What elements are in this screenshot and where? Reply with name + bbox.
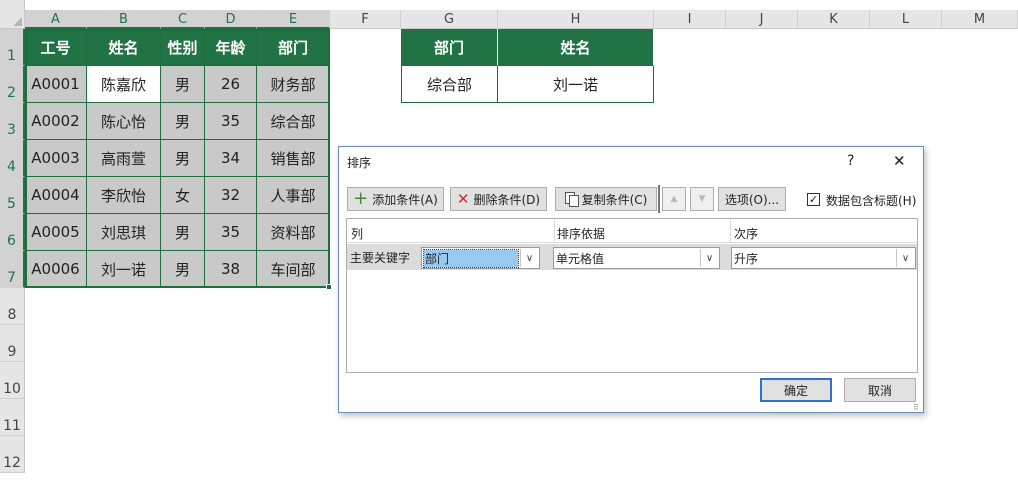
lookup-header-cell[interactable]: 姓名 (498, 29, 654, 66)
conditions-grid: 列 排序依据 次序 主要关键字 部门 ∨ 单元格值 ∨ 升序 ∨ (346, 218, 918, 373)
lookup-header-cell[interactable]: 部门 (401, 29, 498, 66)
sort-on-select[interactable]: 单元格值 ∨ (553, 247, 720, 269)
sort-on-header: 排序依据 (557, 227, 606, 241)
column-header-f[interactable]: F (330, 10, 401, 29)
row-number: 12 (3, 455, 21, 471)
row-header-12[interactable]: 12 (0, 436, 25, 473)
grid-header-row (347, 219, 917, 243)
sort-on-value: 单元格值 (556, 252, 605, 266)
delete-x-icon: ✕ (456, 190, 470, 208)
column-header-d[interactable]: D (205, 10, 257, 29)
chevron-down-icon: ▼ (698, 194, 706, 204)
row-number: 5 (7, 196, 16, 212)
has-header-label: 数据包含标题(H) (826, 194, 917, 208)
column-header-j[interactable]: J (726, 10, 798, 29)
copy-icon (564, 192, 579, 207)
column-header-a[interactable]: A (25, 10, 87, 29)
ok-button[interactable]: 确定 (760, 378, 832, 402)
lookup-value-cell[interactable]: 刘一诺 (498, 66, 654, 103)
row-number: 1 (7, 48, 16, 64)
move-up-button[interactable]: ▲ (662, 187, 686, 211)
row-number: 7 (7, 270, 16, 286)
column-header-e[interactable]: E (257, 10, 330, 29)
close-button[interactable]: ✕ (893, 152, 906, 170)
column-header-l[interactable]: L (870, 10, 942, 29)
sort-dialog: 排序 ? ✕ + 添加条件(A) ✕ 删除条件(D) 复制条件(C) ▲ ▼ 选… (338, 146, 924, 413)
grid-separator (730, 219, 731, 243)
row-header-8[interactable]: 8 (0, 288, 25, 325)
column-select[interactable]: 部门 ∨ (421, 247, 540, 269)
column-header-i[interactable]: I (654, 10, 726, 29)
row-header-10[interactable]: 10 (0, 362, 25, 399)
column-header-k[interactable]: K (798, 10, 870, 29)
column-header-c[interactable]: C (161, 10, 205, 29)
row-header-6[interactable]: 6 (0, 214, 25, 251)
col-header: 列 (351, 227, 364, 241)
dialog-title: 排序 (347, 156, 372, 170)
column-select-value: 部门 (423, 249, 519, 268)
row-header-3[interactable]: 3 (0, 103, 25, 140)
add-condition-label: 添加条件(A) (372, 192, 438, 207)
delete-condition-label: 删除条件(D) (473, 192, 541, 207)
row-header-1[interactable]: 1 (0, 29, 25, 66)
row-header-7[interactable]: 7 (0, 251, 25, 288)
copy-condition-button[interactable]: 复制条件(C) (555, 187, 657, 211)
column-header-g[interactable]: G (401, 10, 498, 29)
chevron-down-icon: ∨ (896, 249, 914, 267)
chevron-up-icon: ▲ (670, 194, 678, 204)
row-number: 10 (3, 381, 21, 397)
row-header-4[interactable]: 4 (0, 140, 25, 177)
resize-grip-icon[interactable]: ⠿ (913, 403, 919, 412)
delete-condition-button[interactable]: ✕ 删除条件(D) (450, 187, 547, 211)
select-all-triangle-icon (13, 17, 22, 26)
selection-range (25, 29, 330, 288)
fill-handle[interactable] (326, 284, 332, 290)
column-header-h[interactable]: H (498, 10, 654, 29)
row-number: 3 (7, 122, 16, 138)
grid-separator (554, 219, 555, 243)
order-header: 次序 (734, 227, 759, 241)
row-number: 11 (3, 418, 21, 434)
column-header-m[interactable]: M (942, 10, 1018, 29)
row-number: 4 (7, 159, 16, 175)
toolbar-divider (658, 185, 660, 213)
help-button[interactable]: ? (847, 153, 854, 169)
column-header-b[interactable]: B (87, 10, 161, 29)
chevron-down-icon: ∨ (700, 249, 718, 267)
checkmark-icon: ✓ (808, 193, 819, 206)
order-value: 升序 (734, 252, 759, 266)
options-button[interactable]: 选项(O)... (718, 187, 786, 211)
row-number: 6 (7, 233, 16, 249)
order-select[interactable]: 升序 ∨ (731, 247, 916, 269)
plus-icon: + (353, 188, 369, 209)
copy-condition-label: 复制条件(C) (581, 192, 648, 207)
chevron-down-icon: ∨ (520, 249, 538, 267)
has-header-checkbox[interactable]: ✓ (807, 193, 820, 206)
row-header-2[interactable]: 2 (0, 66, 25, 103)
move-down-button[interactable]: ▼ (690, 187, 714, 211)
row-header-11[interactable]: 11 (0, 399, 25, 436)
add-condition-button[interactable]: + 添加条件(A) (347, 187, 444, 211)
cancel-button[interactable]: 取消 (844, 378, 916, 402)
row-header-5[interactable]: 5 (0, 177, 25, 214)
lookup-value-cell[interactable]: 综合部 (401, 66, 498, 103)
row-header-9[interactable]: 9 (0, 325, 25, 362)
row-number: 2 (7, 85, 16, 101)
row-number: 9 (7, 344, 17, 360)
primary-key-label: 主要关键字 (350, 251, 411, 265)
select-all-corner[interactable] (0, 0, 25, 29)
row-number: 8 (7, 307, 17, 323)
